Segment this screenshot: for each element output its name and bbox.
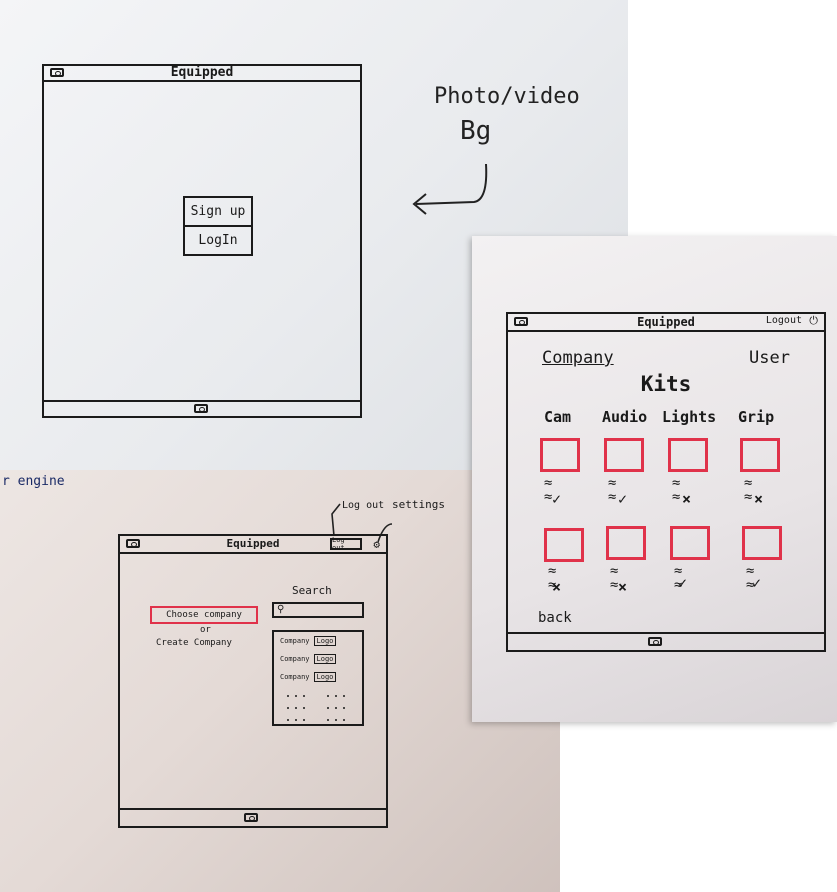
category-cam[interactable]: Cam <box>544 408 571 426</box>
list-item[interactable]: Company Logo <box>280 636 337 646</box>
arrow-annotation <box>412 163 488 215</box>
power-icon[interactable]: ⏻ <box>809 314 818 328</box>
logout-button[interactable]: Logout <box>766 315 802 326</box>
cross-icon: × <box>552 578 562 596</box>
bottom-bar <box>120 808 386 826</box>
cross-icon: × <box>618 578 628 596</box>
logout-annotation: Log out <box>342 500 385 511</box>
category-lights[interactable]: Lights <box>662 408 716 426</box>
company-logo: Logo <box>313 636 337 646</box>
phone-sketch-kits: Equipped Logout ⏻ Company User Kits Cam … <box>506 312 826 652</box>
login-button[interactable]: LogIn <box>183 225 253 256</box>
check-icon: ✓ <box>552 490 562 508</box>
search-input[interactable]: ⚲ <box>272 602 364 618</box>
back-button[interactable]: back <box>538 610 572 626</box>
check-icon: ✓ <box>752 574 762 592</box>
cut-off-text: r engine <box>2 474 65 489</box>
company-name: Company <box>280 637 310 645</box>
tile-description: ≈ ≈ <box>744 475 753 505</box>
tile-description: ≈ ≈ <box>608 475 617 505</box>
kit-tile-audio-2[interactable] <box>606 526 646 560</box>
check-icon: ✓ <box>678 574 688 592</box>
settings-annotation: settings <box>392 498 445 511</box>
kit-tile-lights-1[interactable] <box>668 438 708 472</box>
company-logo: Logo <box>313 654 337 664</box>
create-company-link[interactable]: Create Company <box>156 638 232 648</box>
kit-tile-cam-1[interactable] <box>540 438 580 472</box>
app-title: Equipped <box>170 65 234 80</box>
top-bar: Equipped Log out ⚙ <box>120 536 386 554</box>
top-bar: Equipped <box>44 65 360 82</box>
tab-user[interactable]: User <box>749 348 790 368</box>
cross-icon: × <box>754 490 764 508</box>
bottom-bar <box>44 400 360 416</box>
category-grip[interactable]: Grip <box>738 408 774 426</box>
choose-company-button[interactable]: Choose company <box>150 606 258 624</box>
kit-tile-lights-2[interactable] <box>670 526 710 560</box>
category-audio[interactable]: Audio <box>602 408 647 426</box>
kits-title: Kits <box>640 372 692 396</box>
company-list: Company Logo Company Logo Company Logo <box>272 630 364 726</box>
home-button-icon <box>648 637 662 646</box>
kit-tile-cam-2[interactable] <box>544 528 584 562</box>
signup-button[interactable]: Sign up <box>183 196 253 227</box>
kit-tile-grip-1[interactable] <box>740 438 780 472</box>
bottom-bar <box>508 632 824 650</box>
company-name: Company <box>280 673 310 681</box>
kit-tile-audio-1[interactable] <box>604 438 644 472</box>
home-button-icon <box>244 813 258 822</box>
gear-icon[interactable]: ⚙ <box>373 538 380 551</box>
whiteboard-photo-kits: Equipped Logout ⏻ Company User Kits Cam … <box>472 236 837 722</box>
company-logo: Logo <box>313 672 337 682</box>
phone-sketch-landing: Equipped Sign up LogIn <box>42 64 362 418</box>
company-name: Company <box>280 655 310 663</box>
tab-company[interactable]: Company <box>542 348 614 368</box>
note-photo-video: Photo/video <box>434 84 580 109</box>
list-item[interactable]: Company Logo <box>280 672 337 682</box>
check-icon: ✓ <box>618 490 628 508</box>
phone-sketch-company-select: Equipped Log out ⚙ Choose company or Cre… <box>118 534 388 828</box>
or-label: or <box>200 625 211 635</box>
tile-description: ≈ ≈ <box>672 475 681 505</box>
logout-button[interactable]: Log out <box>330 536 362 552</box>
top-bar: Equipped Logout ⏻ <box>508 314 824 332</box>
home-button-icon <box>194 404 208 413</box>
search-label: Search <box>292 584 332 597</box>
more-rows-dots <box>287 695 345 721</box>
kit-tile-grip-2[interactable] <box>742 526 782 560</box>
cross-icon: × <box>682 490 692 508</box>
search-icon: ⚲ <box>277 604 285 615</box>
list-item[interactable]: Company Logo <box>280 654 337 664</box>
note-bg: Bg <box>460 116 492 146</box>
